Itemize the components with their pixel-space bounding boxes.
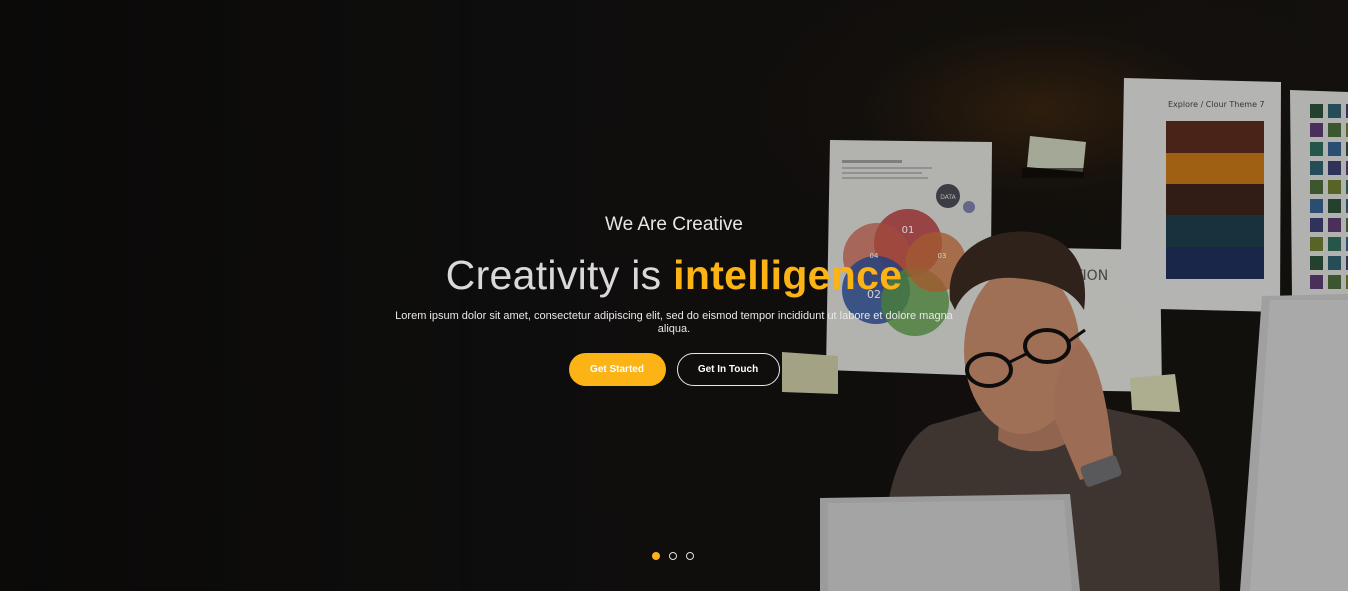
- headline-accent-text: intelligence: [673, 252, 903, 298]
- hero-description: Lorem ipsum dolor sit amet, consectetur …: [395, 310, 953, 335]
- get-started-button[interactable]: Get Started: [568, 353, 666, 386]
- hero-content: We Are Creative Creativity is intelligen…: [374, 212, 974, 386]
- hero-section: DATA 01 02 03 04 TION Explore / Clour Th…: [0, 0, 1348, 591]
- slider-pagination: [652, 552, 694, 560]
- headline-plain-text: Creativity is: [445, 252, 662, 298]
- hero-actions: Get Started Get In Touch: [374, 353, 974, 386]
- hero-tagline: We Are Creative: [605, 214, 743, 235]
- get-in-touch-button[interactable]: Get In Touch: [676, 353, 780, 386]
- slider-dot-3[interactable]: [686, 552, 694, 560]
- hero-headline: Creativity is intelligence: [374, 252, 974, 298]
- slider-dot-1[interactable]: [652, 552, 660, 560]
- slider-dot-2[interactable]: [669, 552, 677, 560]
